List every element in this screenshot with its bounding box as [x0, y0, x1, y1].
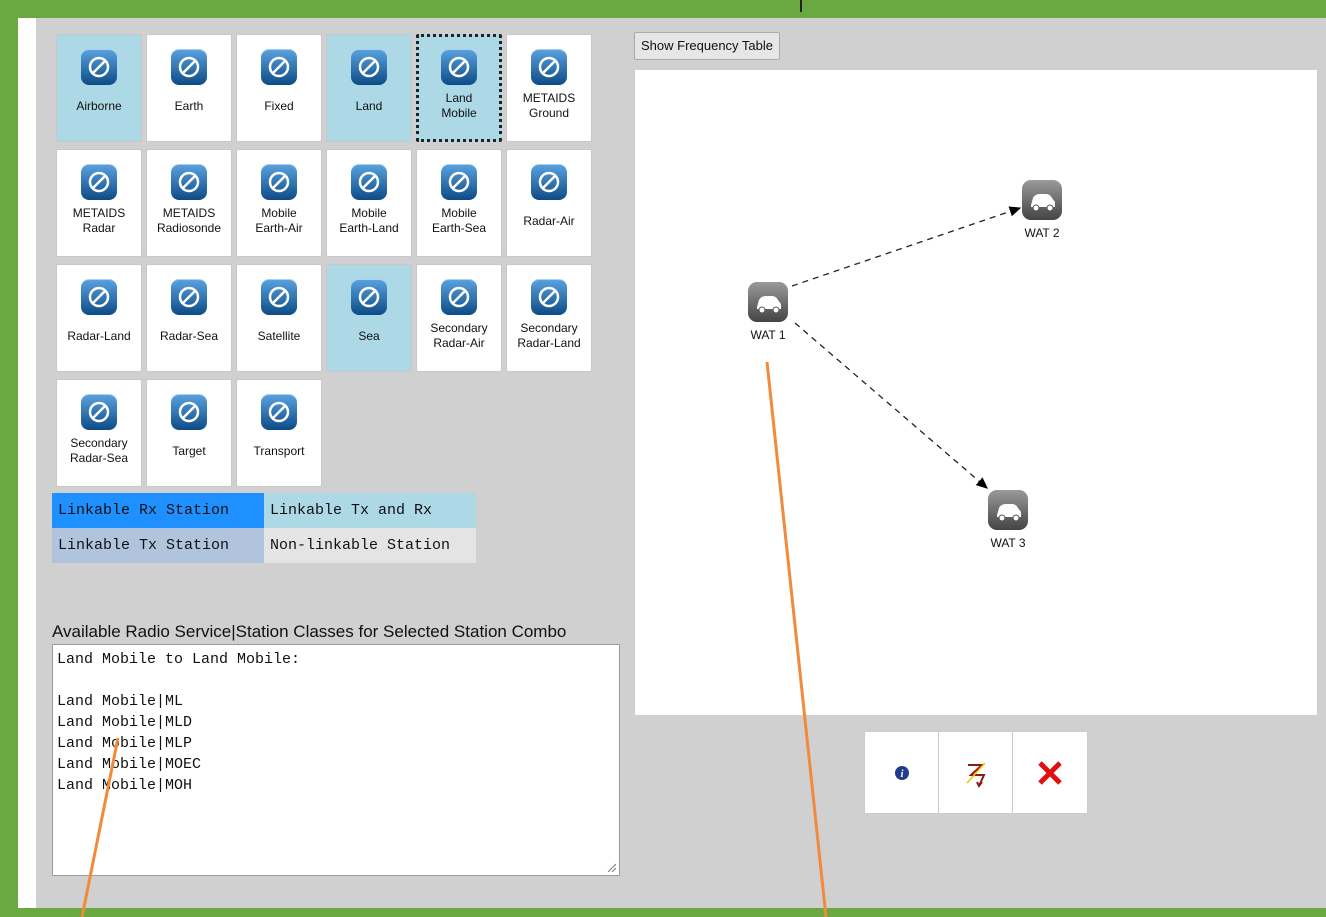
station-tile-radar-air[interactable]: Radar-Air — [506, 149, 592, 257]
legend-non-linkable: Non-linkable Station — [264, 528, 476, 563]
station-tile-mobile-earth-land[interactable]: Mobile Earth-Land — [326, 149, 412, 257]
station-tile-label: Radar-Land — [67, 329, 131, 343]
station-tile-mobile-earth-air[interactable]: Mobile Earth-Air — [236, 149, 322, 257]
node-label: WAT 1 — [750, 328, 786, 342]
station-tile-radar-land[interactable]: Radar-Land — [56, 264, 142, 372]
station-tile-label: Fixed — [264, 99, 294, 113]
station-tile-label: Land — [355, 99, 383, 113]
station-tile-satellite[interactable]: Satellite — [236, 264, 322, 372]
legend-linkable-txrx: Linkable Tx and Rx — [264, 493, 476, 528]
airplane-icon — [81, 49, 117, 85]
station-tile-sea[interactable]: Sea — [326, 264, 412, 372]
station-tile-label: Satellite — [257, 329, 301, 343]
station-node-wat3[interactable]: WAT 3 — [978, 490, 1038, 550]
station-tile-label: Secondary Radar-Land — [517, 321, 581, 350]
link-wat1-wat2 — [791, 206, 1022, 287]
station-tile-label: Mobile Earth-Sea — [431, 206, 487, 235]
station-tile-label: Land Mobile — [441, 91, 477, 120]
top-divider — [800, 0, 802, 12]
land-icon — [351, 49, 387, 85]
transport-icon — [261, 394, 297, 430]
lightning-link-icon — [965, 761, 986, 788]
station-tile-metaids-radiosonde[interactable]: METAIDS Radiosonde — [146, 149, 232, 257]
station-tile-radar-sea[interactable]: Radar-Sea — [146, 264, 232, 372]
station-tile-label: Radar-Air — [523, 214, 575, 228]
available-services-text: Land Mobile to Land Mobile: Land Mobile|… — [57, 651, 301, 794]
earth-air-icon — [261, 164, 297, 200]
available-services-title: Available Radio Service|Station Classes … — [52, 622, 567, 641]
station-tile-label: Secondary Radar-Sea — [69, 436, 129, 465]
delete-button[interactable] — [1013, 732, 1087, 813]
link-arrows — [791, 206, 1022, 489]
link-diagram-canvas[interactable]: WAT 1 WAT 2 WAT 3 — [635, 70, 1317, 715]
sec-air-icon — [441, 279, 477, 315]
sec-sea-icon — [81, 394, 117, 430]
station-tile-airborne[interactable]: Airborne — [56, 34, 142, 142]
left-margin-strip — [18, 18, 36, 908]
ship-icon — [351, 279, 387, 315]
car-icon — [748, 282, 788, 322]
node-label: WAT 2 — [1024, 226, 1060, 240]
station-node-wat2[interactable]: WAT 2 — [1012, 180, 1072, 240]
station-tile-label: METAIDS Radar — [72, 206, 126, 235]
station-tile-label: Mobile Earth-Land — [339, 206, 399, 235]
info-button[interactable]: i — [865, 732, 939, 813]
legend-linkable-tx: Linkable Tx Station — [52, 528, 264, 563]
balloon-icon — [171, 164, 207, 200]
station-tile-secondary-radar-air[interactable]: Secondary Radar-Air — [416, 264, 502, 372]
station-tile-metaids-ground[interactable]: METAIDS Ground — [506, 34, 592, 142]
earth-sea-icon — [441, 164, 477, 200]
station-tile-land[interactable]: Land — [326, 34, 412, 142]
legend-linkable-rx: Linkable Rx Station — [52, 493, 264, 528]
car-icon — [441, 49, 477, 85]
station-tile-label: Target — [172, 444, 206, 458]
station-tile-mobile-earth-sea[interactable]: Mobile Earth-Sea — [416, 149, 502, 257]
station-tile-label: Radar-Sea — [159, 329, 219, 343]
station-tile-label: METAIDS Radiosonde — [156, 206, 222, 235]
target-icon — [171, 394, 207, 430]
station-tile-label: Sea — [358, 329, 380, 343]
info-icon: i — [894, 765, 909, 780]
radar-air-icon — [531, 164, 567, 200]
satellite-icon — [261, 279, 297, 315]
radar-land-icon — [81, 279, 117, 315]
action-toolbar: i — [864, 731, 1088, 814]
station-tile-label: Mobile Earth-Air — [255, 206, 303, 235]
station-tile-secondary-radar-land[interactable]: Secondary Radar-Land — [506, 264, 592, 372]
station-tile-label: METAIDS Ground — [522, 91, 576, 120]
link-stations-button[interactable] — [939, 732, 1013, 813]
show-frequency-table-button[interactable]: Show Frequency Table — [634, 32, 781, 60]
station-tile-transport[interactable]: Transport — [236, 379, 322, 487]
sec-land-icon — [531, 279, 567, 315]
resize-grip-icon[interactable] — [606, 862, 616, 872]
station-tile-label: Secondary Radar-Air — [430, 321, 488, 350]
metaids-radar-icon — [81, 164, 117, 200]
station-legend: Linkable Rx Station Linkable Tx and Rx L… — [52, 493, 476, 563]
radar-sea-icon — [171, 279, 207, 315]
metaids-icon — [531, 49, 567, 85]
station-tile-label: Earth — [174, 99, 204, 113]
station-tile-label: Transport — [253, 444, 305, 458]
available-services-textarea[interactable]: Land Mobile to Land Mobile: Land Mobile|… — [52, 644, 620, 876]
station-tile-earth[interactable]: Earth — [146, 34, 232, 142]
close-icon — [1038, 760, 1062, 785]
link-wat1-wat3 — [794, 322, 988, 489]
station-tile-land-mobile[interactable]: Land Mobile — [416, 34, 502, 142]
node-label: WAT 3 — [990, 536, 1026, 550]
car-icon — [1022, 180, 1062, 220]
station-tile-fixed[interactable]: Fixed — [236, 34, 322, 142]
dish-icon — [171, 49, 207, 85]
station-tile-secondary-radar-sea[interactable]: Secondary Radar-Sea — [56, 379, 142, 487]
earth-land-icon — [351, 164, 387, 200]
tower-icon — [261, 49, 297, 85]
car-icon — [988, 490, 1028, 530]
station-tile-target[interactable]: Target — [146, 379, 232, 487]
station-node-wat1[interactable]: WAT 1 — [738, 282, 798, 342]
station-tile-metaids-radar[interactable]: METAIDS Radar — [56, 149, 142, 257]
station-tile-label: Airborne — [76, 99, 122, 113]
